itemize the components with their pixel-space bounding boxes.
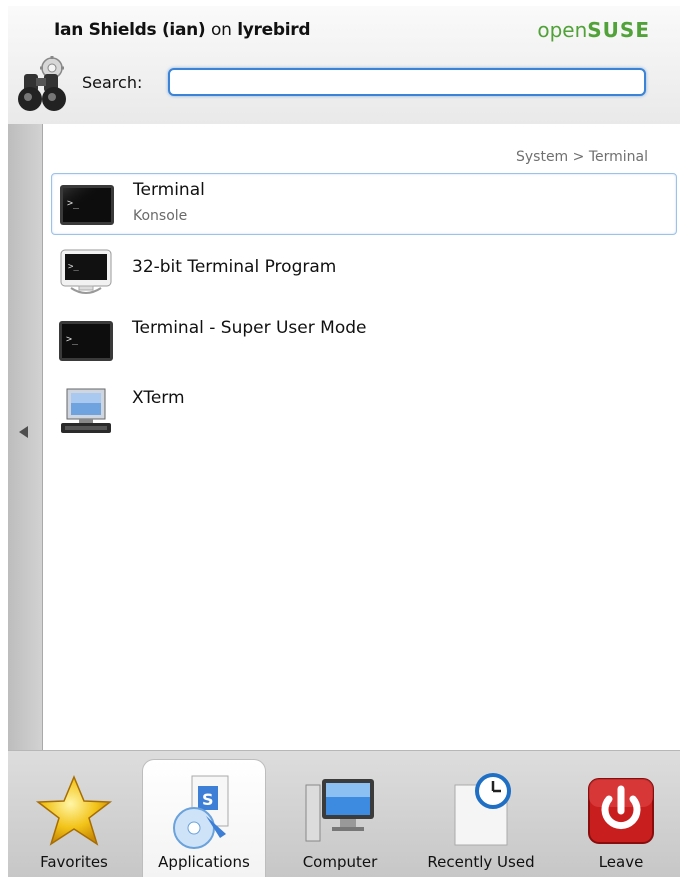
applications-icon: S	[173, 775, 229, 849]
tab-label: Favorites	[40, 853, 108, 871]
launcher-tab-bar: Favorites S Applications Computer Recent…	[8, 750, 680, 877]
svg-text:>_: >_	[66, 334, 79, 345]
app-name: XTerm	[132, 388, 185, 408]
tab-applications[interactable]: S Applications	[142, 759, 266, 877]
terminal-icon: >_	[60, 185, 114, 225]
tab-label: Recently Used	[427, 853, 535, 871]
recent-document-icon	[454, 773, 511, 846]
search-input[interactable]	[168, 68, 646, 96]
tab-favorites[interactable]: Favorites	[12, 759, 136, 877]
tab-label: Applications	[158, 853, 250, 871]
tab-computer[interactable]: Computer	[278, 759, 402, 877]
svg-text:S: S	[202, 790, 214, 809]
app-name: Terminal - Super User Mode	[132, 318, 367, 338]
app-name: 32-bit Terminal Program	[132, 257, 337, 277]
application-list-panel: System > Terminal >_ Terminal Konsole >_…	[43, 124, 680, 750]
user-name: Ian Shields (ian)	[54, 20, 206, 40]
app-item-32bit-terminal[interactable]: >_ 32-bit Terminal Program	[51, 241, 677, 303]
app-item-terminal[interactable]: >_ Terminal Konsole	[51, 173, 677, 235]
monitor-terminal-icon: >_	[60, 249, 112, 294]
host-name: lyrebird	[237, 20, 311, 40]
app-description: Konsole	[133, 208, 188, 224]
opensuse-logo: openSUSE	[537, 18, 650, 42]
brand-suffix: SUSE	[587, 18, 650, 42]
back-arrow-icon[interactable]	[19, 426, 28, 438]
xterm-computer-icon	[61, 388, 111, 433]
tab-label: Computer	[302, 853, 378, 871]
back-navigation-strip[interactable]	[8, 124, 43, 750]
app-item-terminal-super-user[interactable]: >_ Terminal - Super User Mode	[51, 310, 677, 372]
search-label: Search:	[82, 73, 143, 92]
tab-leave[interactable]: Leave	[564, 759, 678, 877]
tab-label: Leave	[598, 853, 644, 871]
power-icon	[588, 778, 654, 844]
app-name: Terminal	[133, 180, 205, 200]
star-icon	[35, 775, 113, 846]
launcher-header: Ian Shields (ian) on lyrebird openSUSE S…	[8, 6, 680, 125]
svg-text:>_: >_	[68, 262, 79, 272]
tab-recently-used[interactable]: Recently Used	[408, 759, 554, 877]
on-word: on	[211, 20, 232, 40]
svg-text:>_: >_	[67, 198, 80, 209]
binoculars-icon	[18, 56, 66, 111]
user-host-label: Ian Shields (ian) on lyrebird	[54, 20, 311, 40]
app-item-xterm[interactable]: XTerm	[51, 380, 677, 442]
terminal-icon: >_	[59, 321, 113, 361]
computer-icon	[305, 779, 374, 842]
breadcrumb[interactable]: System > Terminal	[516, 149, 648, 165]
brand-prefix: open	[537, 18, 588, 42]
